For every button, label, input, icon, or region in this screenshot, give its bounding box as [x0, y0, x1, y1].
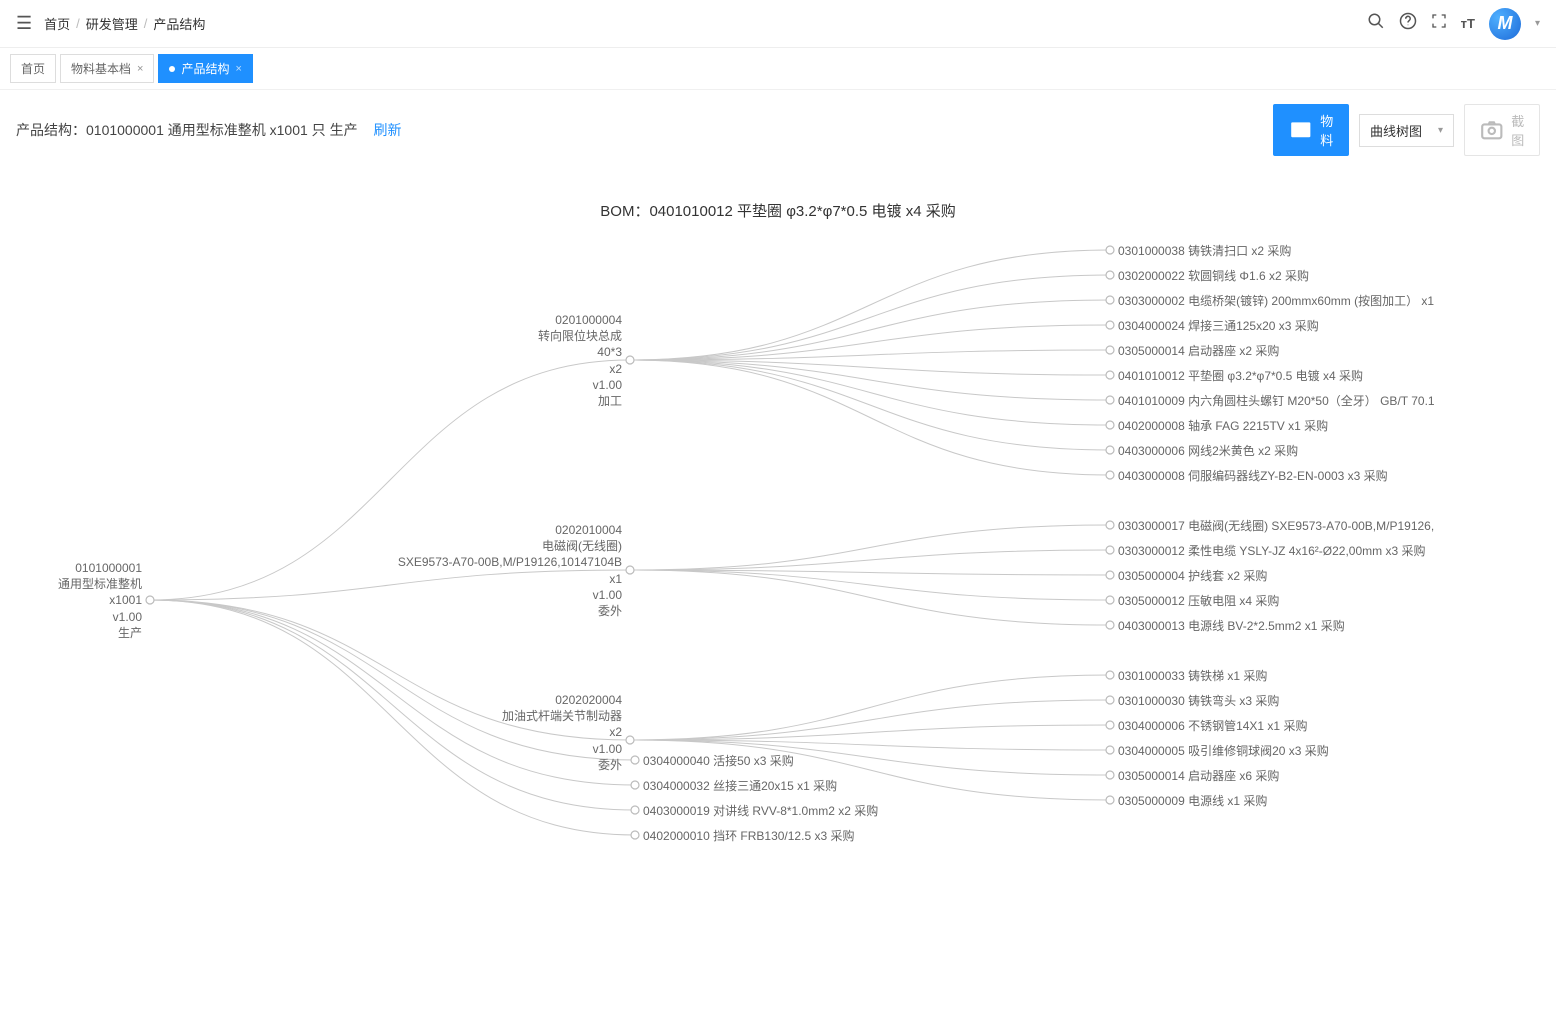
tree-leaf-label[interactable]: 0305000014 启动器座 x2 采购 [1118, 342, 1279, 359]
tree-leaf-label[interactable]: 0305000012 压敏电阻 x4 采购 [1118, 592, 1279, 609]
tree-leaf-label[interactable]: 0304000024 焊接三通125x20 x3 采购 [1118, 317, 1319, 334]
breadcrumb-ps[interactable]: 产品结构 [153, 14, 205, 33]
tab-label: 物料基本档 [71, 60, 131, 77]
header-left: ☰ 首页 / 研发管理 / 产品结构 [16, 13, 205, 34]
tree-leaf-label[interactable]: 0402000008 轴承 FAG 2215TV x1 采购 [1118, 417, 1328, 434]
page-bar: 产品结构：0101000001 通用型标准整机 x1001 只 生产 刷新 物料… [0, 90, 1556, 170]
breadcrumb: 首页 / 研发管理 / 产品结构 [44, 14, 205, 33]
help-icon[interactable] [1399, 12, 1417, 35]
tree-leaf-label[interactable]: 0403000006 网线2米黄色 x2 采购 [1118, 442, 1298, 459]
breadcrumb-sep: / [144, 16, 148, 31]
page-title-prefix: 产品结构： [16, 122, 86, 138]
tree-leaf-label[interactable]: 0401010012 平垫圈 φ3.2*φ7*0.5 电镀 x4 采购 [1118, 367, 1363, 384]
select-value: 曲线树图 [1370, 121, 1422, 140]
close-icon[interactable]: × [137, 63, 143, 75]
tree-leaf-label[interactable]: 0305000009 电源线 x1 采购 [1118, 792, 1267, 809]
tree-leaf-label[interactable]: 0304000032 丝接三通20x15 x1 采购 [643, 777, 837, 794]
screenshot-button[interactable]: 截图 [1464, 104, 1540, 156]
tree-leaf-label[interactable]: 0304000006 不锈钢管14X1 x1 采购 [1118, 717, 1307, 734]
tree-leaf-label[interactable]: 0302000022 软圆铜线 Φ1.6 x2 采购 [1118, 267, 1309, 284]
tree-leaf-label[interactable]: 0304000005 吸引维修铜球阀20 x3 采购 [1118, 742, 1329, 759]
camera-icon [1479, 117, 1505, 143]
page-title-text: 0101000001 通用型标准整机 x1001 只 生产 [86, 122, 358, 138]
material-icon [1288, 117, 1314, 143]
tab-home[interactable]: 首页 [10, 54, 56, 83]
avatar[interactable]: M [1489, 8, 1521, 40]
tab-product-structure[interactable]: 产品结构 × [158, 54, 252, 83]
tree-leaf-label[interactable]: 0403000013 电源线 BV-2*2.5mm2 x1 采购 [1118, 617, 1345, 634]
user-menu-caret-icon[interactable]: ▾ [1535, 18, 1540, 29]
tree-leaf-label[interactable]: 0303000012 柔性电缆 YSLY-JZ 4x16²-Ø22,00mm x… [1118, 542, 1425, 559]
page-title: 产品结构：0101000001 通用型标准整机 x1001 只 生产 刷新 [16, 120, 401, 140]
page-actions: 物料 曲线树图 ▾ 截图 [1273, 104, 1540, 156]
view-type-select[interactable]: 曲线树图 ▾ [1359, 114, 1454, 147]
tree-leaf-label[interactable]: 0403000008 伺服编码器线ZY-B2-EN-0003 x3 采购 [1118, 467, 1388, 484]
tree-node-label[interactable]: 0202020004加油式杆端关节制动器x2v1.00委外 [502, 692, 622, 773]
active-dot-icon [169, 66, 175, 72]
menu-toggle-icon[interactable]: ☰ [16, 13, 32, 34]
chevron-down-icon: ▾ [1438, 125, 1443, 136]
refresh-link[interactable]: 刷新 [373, 122, 401, 138]
tree-canvas[interactable]: BOM：0401010012 平垫圈 φ3.2*φ7*0.5 电镀 x4 采购 … [0, 170, 1556, 1030]
button-label: 截图 [1511, 111, 1525, 149]
tree-node-label[interactable]: 0202010004电磁阀(无线圈)SXE9573-A70-00B,M/P191… [398, 522, 622, 619]
material-button[interactable]: 物料 [1273, 104, 1349, 156]
tree-leaf-label[interactable]: 0403000019 对讲线 RVV-8*1.0mm2 x2 采购 [643, 802, 878, 819]
button-label: 物料 [1319, 111, 1333, 149]
app-header: ☰ 首页 / 研发管理 / 产品结构 тT M ▾ [0, 0, 1556, 48]
tree-leaf-label[interactable]: 0301000030 铸铁弯头 x3 采购 [1118, 692, 1279, 709]
breadcrumb-home[interactable]: 首页 [44, 14, 70, 33]
fullscreen-icon[interactable] [1431, 13, 1447, 34]
tree-leaf-label[interactable]: 0401010009 内六角圆柱头螺钉 M20*50（全牙） GB/T 70.1 [1118, 392, 1435, 409]
tree-leaf-label[interactable]: 0305000004 护线套 x2 采购 [1118, 567, 1267, 584]
close-icon[interactable]: × [235, 63, 241, 75]
search-icon[interactable] [1367, 12, 1385, 35]
tree-node-label[interactable]: 0201000004转向限位块总成40*3x2v1.00加工 [538, 312, 622, 409]
tree-node-label[interactable]: 0101000001通用型标准整机x1001v1.00生产 [58, 560, 142, 641]
tree-leaf-label[interactable]: 0301000033 铸铁梯 x1 采购 [1118, 667, 1267, 684]
fontsize-icon[interactable]: тT [1461, 16, 1475, 31]
tree-leaf-label[interactable]: 0402000010 挡环 FRB130/12.5 x3 采购 [643, 827, 854, 844]
tab-label: 产品结构 [181, 60, 229, 77]
tree-leaf-label[interactable]: 0303000002 电缆桥架(镀锌) 200mmx60mm (按图加工） x1 [1118, 292, 1434, 309]
breadcrumb-sep: / [76, 16, 80, 31]
tab-label: 首页 [21, 60, 45, 77]
tab-bar: 首页 物料基本档 × 产品结构 × [0, 48, 1556, 90]
tree-leaf-label[interactable]: 0301000038 铸铁清扫口 x2 采购 [1118, 242, 1291, 259]
tree-leaf-label[interactable]: 0305000014 启动器座 x6 采购 [1118, 767, 1279, 784]
tree-leaf-label[interactable]: 0304000040 活接50 x3 采购 [643, 752, 794, 769]
tab-material[interactable]: 物料基本档 × [60, 54, 154, 83]
tree-leaf-label[interactable]: 0303000017 电磁阀(无线圈) SXE9573-A70-00B,M/P1… [1118, 517, 1434, 534]
breadcrumb-rd[interactable]: 研发管理 [86, 14, 138, 33]
header-right: тT M ▾ [1367, 8, 1540, 40]
